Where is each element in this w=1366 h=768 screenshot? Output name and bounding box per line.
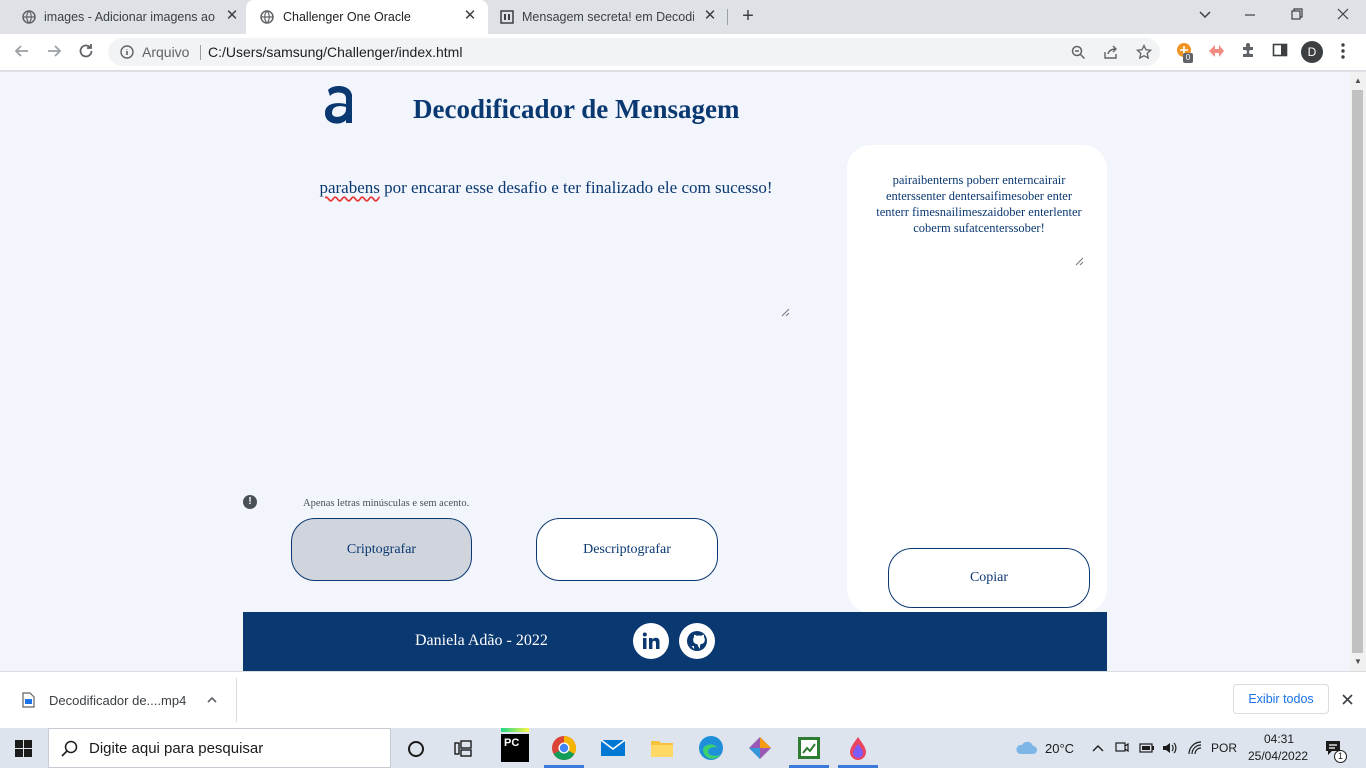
download-filename: Decodificador de....mp4 [49, 693, 187, 708]
git-app-icon[interactable] [746, 734, 774, 762]
close-icon[interactable]: ✕ [703, 8, 717, 23]
resize-grip-icon[interactable] [1074, 256, 1084, 266]
alura-logo [325, 85, 352, 124]
output-message[interactable]: pairaibenterns poberr enterncairair ente… [873, 172, 1085, 236]
drop-app-icon[interactable] [844, 734, 872, 762]
show-all-downloads-button[interactable]: Exibir todos [1233, 684, 1329, 714]
address-bar[interactable]: Arquivo C:/Users/samsung/Challenger/inde… [108, 38, 1160, 66]
chevron-up-icon[interactable] [206, 694, 218, 706]
weather-temp[interactable]: 20°C [1045, 741, 1074, 756]
tab-title: Challenger One Oracle [283, 10, 411, 24]
new-tab-button[interactable]: + [738, 6, 758, 26]
profile-avatar[interactable]: D [1301, 41, 1323, 63]
globe-icon [260, 10, 274, 24]
security-label: Arquivo [142, 44, 190, 60]
resize-grip-icon[interactable] [780, 307, 790, 317]
edge-icon[interactable] [697, 734, 725, 762]
tab-mensagem[interactable]: Mensagem secreta! em Decodific ✕ [488, 0, 728, 34]
message-input-text: parabens por encarar esse desafio e ter … [300, 172, 792, 198]
restore-button[interactable] [1287, 6, 1307, 26]
browser-toolbar: Arquivo C:/Users/samsung/Challenger/inde… [0, 34, 1366, 71]
decrypt-button[interactable]: Descriptografar [536, 518, 718, 581]
file-explorer-icon[interactable] [648, 734, 676, 762]
language-indicator[interactable]: POR [1211, 741, 1237, 755]
extensions-puzzle-icon[interactable] [1238, 42, 1258, 62]
tab-strip: images - Adicionar imagens ao R ✕ Challe… [0, 0, 1366, 34]
meet-icon[interactable] [1115, 741, 1129, 755]
charts-app-icon[interactable] [795, 734, 823, 762]
clock-date[interactable]: 25/04/2022 [1248, 749, 1308, 763]
profile-initial: D [1307, 45, 1317, 59]
close-window-button[interactable] [1333, 6, 1353, 26]
close-icon[interactable]: ✕ [463, 8, 477, 23]
chevron-up-icon[interactable] [1092, 743, 1104, 753]
decrypt-button-label: Descriptografar [583, 541, 671, 557]
extension-orange-icon[interactable]: 0 [1174, 42, 1194, 63]
taskbar-search[interactable]: Digite aqui para pesquisar [48, 728, 391, 768]
side-panel-icon[interactable] [1270, 42, 1290, 62]
mail-icon[interactable] [599, 734, 627, 762]
windows-taskbar: Digite aqui para pesquisar PC 20°C POR 0… [0, 728, 1366, 768]
page-footer: Daniela Adão - 2022 [243, 612, 1107, 671]
reload-button[interactable] [76, 42, 96, 62]
copy-button[interactable]: Copiar [888, 548, 1090, 608]
page-viewport: Decodificador de Mensagem parabens por e… [0, 72, 1350, 671]
pycharm-icon[interactable]: PC [501, 728, 529, 762]
zoom-icon[interactable] [1071, 45, 1086, 60]
share-icon[interactable] [1103, 45, 1119, 60]
alura-icon [500, 10, 514, 24]
tab-title: Mensagem secreta! em Decodific [522, 10, 694, 24]
tab-images[interactable]: images - Adicionar imagens ao R ✕ [0, 0, 246, 34]
encrypt-button[interactable]: Criptografar [291, 518, 472, 581]
volume-icon[interactable] [1162, 741, 1178, 755]
notification-count: 1 [1334, 750, 1347, 763]
scroll-up-icon[interactable]: ▲ [1353, 76, 1363, 86]
scrollbar-thumb[interactable] [1352, 90, 1363, 653]
download-item[interactable]: Decodificador de....mp4 [0, 672, 236, 728]
close-downloads-icon[interactable] [1341, 693, 1354, 706]
footer-text: Daniela Adão - 2022 [415, 632, 548, 649]
scroll-down-icon[interactable]: ▼ [1353, 657, 1363, 667]
hint-text: Apenas letras minúsculas e sem acento. [303, 498, 470, 509]
misspelled-word: parabens [319, 178, 380, 197]
close-icon[interactable]: ✕ [225, 8, 239, 23]
encrypt-button-label: Criptografar [346, 541, 417, 557]
search-icon [61, 740, 78, 757]
windows-start-icon[interactable] [15, 740, 32, 757]
tab-search-chevron-icon[interactable] [1195, 6, 1215, 26]
battery-icon[interactable] [1139, 742, 1155, 754]
tab-challenger[interactable]: Challenger One Oracle ✕ [246, 0, 488, 34]
copy-button-label: Copiar [969, 570, 1009, 585]
url-text[interactable]: C:/Users/samsung/Challenger/index.html [208, 44, 462, 60]
address-divider [200, 45, 201, 60]
clock-time[interactable]: 04:31 [1264, 732, 1294, 746]
github-icon[interactable] [679, 623, 715, 659]
task-view-icon[interactable] [454, 740, 473, 757]
page-title: Decodificador de Mensagem [413, 94, 740, 124]
show-all-label: Exibir todos [1248, 692, 1314, 706]
bookmark-star-icon[interactable] [1136, 44, 1152, 60]
weather-icon[interactable] [1014, 740, 1038, 756]
tab-title: images - Adicionar imagens ao R [44, 10, 219, 24]
globe-icon [22, 10, 36, 24]
menu-dots-icon[interactable] [1333, 42, 1353, 62]
chrome-icon[interactable] [550, 734, 578, 762]
extension-arrow-icon[interactable] [1206, 42, 1226, 62]
minimize-button[interactable] [1240, 6, 1260, 26]
back-button[interactable] [12, 42, 32, 62]
linkedin-icon[interactable] [633, 623, 669, 659]
message-input[interactable]: parabens por encarar esse desafio e ter … [300, 172, 792, 320]
cortana-icon[interactable] [407, 740, 425, 758]
tab-separator [727, 9, 728, 25]
network-icon[interactable] [1187, 741, 1203, 755]
video-file-icon [22, 692, 35, 708]
download-bar: Decodificador de....mp4 Exibir todos [0, 671, 1366, 728]
search-placeholder: Digite aqui para pesquisar [89, 740, 264, 757]
info-icon[interactable] [120, 45, 134, 59]
message-rest: por encarar esse desafio e ter finalizad… [379, 178, 773, 197]
forward-button[interactable] [44, 42, 64, 62]
download-divider [236, 678, 237, 722]
extension-badge: 0 [1183, 53, 1193, 63]
alert-icon: ! [243, 495, 257, 509]
